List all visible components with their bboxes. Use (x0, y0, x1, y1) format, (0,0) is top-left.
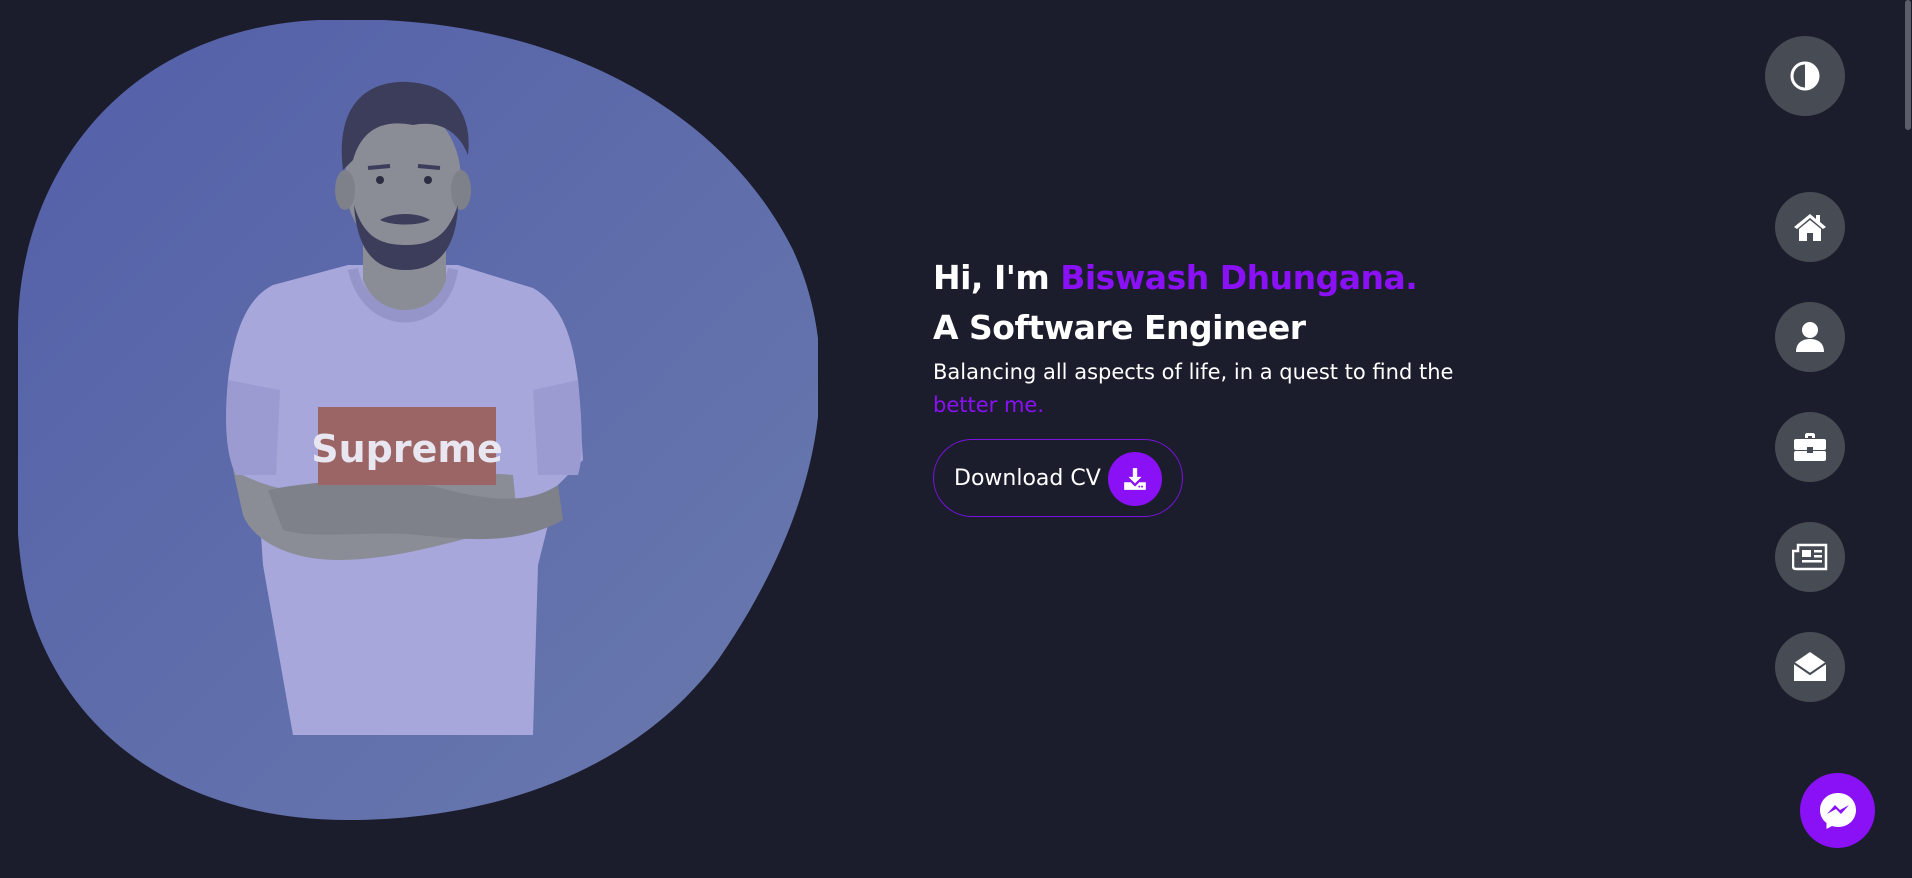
nav-about-button[interactable] (1775, 302, 1845, 372)
owner-name: Biswash Dhungana. (1060, 258, 1418, 297)
greeting-prefix: Hi, I'm (933, 258, 1061, 297)
role-heading: A Software Engineer (933, 308, 1306, 347)
envelope-open-icon (1793, 652, 1827, 681)
nav-portfolio-button[interactable] (1775, 412, 1845, 482)
tagline-highlight: better me. (933, 393, 1044, 417)
scrollbar[interactable] (1904, 0, 1912, 878)
theme-toggle-button[interactable] (1765, 36, 1845, 116)
home-icon (1794, 214, 1826, 241)
messenger-chat-button[interactable] (1800, 773, 1875, 848)
newspaper-icon (1792, 543, 1828, 571)
greeting-heading: Hi, I'm Biswash Dhungana. (933, 252, 1553, 304)
scrollbar-thumb[interactable] (1905, 0, 1911, 130)
user-icon (1796, 322, 1824, 352)
download-cv-button[interactable]: Download CV (933, 439, 1183, 517)
tagline: Balancing all aspects of life, in a ques… (933, 356, 1533, 422)
download-icon (1108, 452, 1162, 506)
page: Supreme Hi, I'm Biswash Dhungana. A Soft… (0, 0, 1912, 878)
shirt-logo-text: Supreme (311, 427, 503, 471)
briefcase-icon (1794, 433, 1826, 461)
half-circle-icon (1790, 61, 1820, 91)
hero-intro: Hi, I'm Biswash Dhungana. A Software Eng… (933, 252, 1553, 517)
download-cv-label: Download CV (954, 465, 1101, 491)
messenger-icon (1819, 792, 1856, 829)
tagline-text: Balancing all aspects of life, in a ques… (933, 360, 1454, 384)
nav-home-button[interactable] (1775, 192, 1845, 262)
nav-blog-button[interactable] (1775, 522, 1845, 592)
nav-contact-button[interactable] (1775, 632, 1845, 702)
hero-illustration-svg: Supreme (18, 20, 818, 820)
hero-illustration: Supreme (18, 20, 818, 820)
